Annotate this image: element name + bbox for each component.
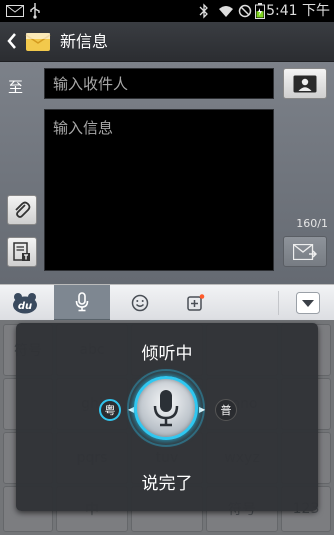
- contacts-button[interactable]: [283, 68, 327, 99]
- microphone-icon: [75, 292, 89, 312]
- listening-status: 倾听中: [141, 344, 193, 364]
- mic-button[interactable]: [134, 376, 198, 440]
- toolbar-divider: [278, 291, 279, 315]
- du-logo-button[interactable]: du: [8, 285, 42, 321]
- ime-toolbar: du: [0, 284, 334, 321]
- status-bar: 5:41 下午: [0, 0, 334, 22]
- contact-card-icon: [293, 75, 317, 92]
- message-input[interactable]: [44, 109, 274, 271]
- send-button[interactable]: [283, 236, 327, 267]
- mandarin-language-button[interactable]: 普: [215, 399, 237, 421]
- template-icon: [13, 242, 30, 261]
- emoji-tab[interactable]: [120, 285, 160, 321]
- mail-notification-icon: [6, 3, 24, 19]
- collapse-keyboard-button[interactable]: [290, 285, 326, 321]
- wifi-icon: [218, 3, 234, 19]
- plugin-icon: [187, 294, 205, 311]
- back-button[interactable]: [6, 31, 20, 53]
- du-logo-text: du: [18, 301, 32, 312]
- status-time: 5:41 下午: [266, 3, 330, 19]
- no-signal-icon: [238, 3, 252, 19]
- recipient-label: 至: [8, 78, 24, 96]
- notification-badge: [199, 294, 205, 299]
- recipient-input[interactable]: [44, 68, 274, 99]
- envelope-icon[interactable]: [24, 28, 52, 56]
- battery-icon: [255, 3, 265, 19]
- chevron-left-icon: [7, 33, 16, 49]
- usb-icon: [28, 3, 42, 19]
- emoji-icon: [131, 294, 149, 312]
- microphone-icon: [153, 390, 179, 427]
- page-title: 新信息: [60, 32, 109, 51]
- send-icon: [293, 243, 317, 260]
- char-counter: 160/1: [296, 217, 328, 230]
- voice-input-panel: 倾听中 ◀ ▶ 粤 普 说完了: [16, 323, 318, 511]
- arrow-right-icon: ▶: [199, 405, 206, 414]
- paperclip-icon: [15, 201, 31, 218]
- compose-area: 至 160/1: [0, 62, 334, 284]
- bluetooth-icon: [198, 3, 210, 19]
- plugin-tab[interactable]: [176, 285, 216, 321]
- attach-button[interactable]: [7, 195, 37, 225]
- voice-input-tab[interactable]: [54, 285, 110, 321]
- template-button[interactable]: [7, 237, 37, 267]
- done-speaking-button[interactable]: 说完了: [117, 469, 217, 499]
- cantonese-language-button[interactable]: 粤: [99, 399, 121, 421]
- triangle-down-icon: [296, 292, 320, 314]
- action-bar: 新信息: [0, 22, 334, 62]
